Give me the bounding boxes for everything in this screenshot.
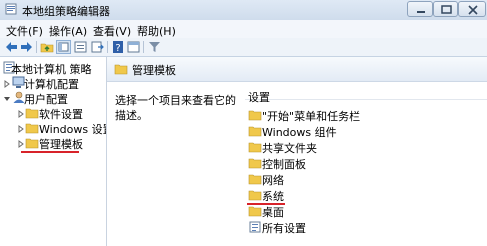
folder-icon xyxy=(25,106,39,119)
content-header-title: 管理模板 xyxy=(132,64,176,77)
collapse-arrow-icon[interactable] xyxy=(3,93,11,101)
content-pane: 管理模板 选择一个项目来查看它的描述。 设置 "开始"菜单和任务栏 Window… xyxy=(107,57,487,246)
list-item-label: 桌面 xyxy=(262,206,284,219)
forward-arrow-icon[interactable] xyxy=(19,40,34,54)
list-item-label: Windows 组件 xyxy=(262,126,337,139)
policy-editor-app-icon xyxy=(5,3,17,15)
list-item-label: 控制面板 xyxy=(262,158,306,171)
back-arrow-icon[interactable] xyxy=(4,40,19,54)
tree-item-software-settings[interactable]: 软件设置 xyxy=(0,105,106,121)
navigation-tree: 本地计算机 策略 计算机配置 用户配置 软件设置 Windows 设置 管理模板 xyxy=(0,57,107,246)
folder-icon xyxy=(248,156,262,169)
folder-icon xyxy=(248,204,262,217)
svg-text:?: ? xyxy=(115,43,120,54)
export-list-icon[interactable] xyxy=(90,40,105,54)
maximize-icon xyxy=(441,5,452,14)
folder-icon xyxy=(248,124,262,137)
list-item-label: "开始"菜单和任务栏 xyxy=(262,110,361,123)
close-icon xyxy=(468,5,478,15)
list-item-label: 共享文件夹 xyxy=(262,142,317,155)
list-item-label: 网络 xyxy=(262,174,284,187)
properties-icon[interactable] xyxy=(73,40,88,54)
group-policy-editor-window: 本地组策略编辑器 文件(F) 操作(A) 查看(V) 帮助(H) ? 本地计算机… xyxy=(0,0,487,246)
folder-icon xyxy=(114,62,128,75)
minimize-button[interactable] xyxy=(407,1,433,17)
content-header: 管理模板 xyxy=(107,57,487,82)
tree-item-windows-settings[interactable]: Windows 设置 xyxy=(0,120,106,136)
folder-icon xyxy=(248,188,262,201)
tree-item-label: 管理模板 xyxy=(39,138,83,151)
expand-arrow-icon[interactable] xyxy=(17,123,25,133)
folder-icon xyxy=(25,136,39,149)
list-item[interactable]: Windows 组件 xyxy=(248,123,478,139)
minimize-icon xyxy=(417,11,425,13)
list-item[interactable]: 所有设置 xyxy=(248,219,478,235)
menu-help[interactable]: 帮助(H) xyxy=(137,23,176,39)
list-item-label: 所有设置 xyxy=(262,222,306,235)
list-item-label: 系统 xyxy=(262,190,284,203)
tree-item-admin-templates[interactable]: 管理模板 xyxy=(0,135,106,151)
list-item[interactable]: 网络 xyxy=(248,171,478,187)
menu-file[interactable]: 文件(F) xyxy=(6,23,43,39)
list-item[interactable]: 共享文件夹 xyxy=(248,139,478,155)
expand-arrow-icon[interactable] xyxy=(3,78,11,88)
description-text: 选择一个项目来查看它的描述。 xyxy=(115,94,236,122)
window-title: 本地组策略编辑器 xyxy=(22,5,110,18)
folder-icon xyxy=(248,108,262,121)
list-item[interactable]: 桌面 xyxy=(248,203,478,219)
folder-icon xyxy=(248,140,262,153)
menu-action[interactable]: 操作(A) xyxy=(49,23,87,39)
title-bar: 本地组策略编辑器 xyxy=(0,0,487,20)
toolbar: ? xyxy=(0,38,487,57)
menu-bar: 文件(F) 操作(A) 查看(V) 帮助(H) xyxy=(0,20,487,38)
maximize-button[interactable] xyxy=(433,1,458,17)
extended-view-icon[interactable] xyxy=(126,40,141,54)
settings-list: 设置 "开始"菜单和任务栏 Windows 组件 共享文件夹 控制面板 网络 系… xyxy=(245,83,487,246)
folder-icon xyxy=(248,172,262,185)
expand-arrow-icon[interactable] xyxy=(17,138,25,148)
column-header-label: 设置 xyxy=(248,91,270,104)
tree-item-user-config[interactable]: 用户配置 xyxy=(0,90,106,106)
list-item[interactable]: "开始"菜单和任务栏 xyxy=(248,107,478,123)
help-icon[interactable]: ? xyxy=(111,40,126,54)
close-button[interactable] xyxy=(458,1,486,17)
list-item[interactable]: 控制面板 xyxy=(248,155,478,171)
list-item[interactable]: 系统 xyxy=(248,187,478,203)
show-hide-tree-icon[interactable] xyxy=(56,40,71,54)
up-folder-icon[interactable] xyxy=(40,40,55,54)
expand-arrow-icon[interactable] xyxy=(17,108,25,118)
menu-view[interactable]: 查看(V) xyxy=(93,23,131,39)
folder-icon xyxy=(25,121,39,134)
filter-icon[interactable] xyxy=(147,40,162,54)
tree-root-local-policy[interactable]: 本地计算机 策略 xyxy=(0,60,106,76)
highlight-underline xyxy=(21,151,79,153)
tree-item-computer-config[interactable]: 计算机配置 xyxy=(0,75,106,91)
all-settings-icon xyxy=(248,220,262,233)
column-header-settings[interactable]: 设置 xyxy=(245,83,487,104)
